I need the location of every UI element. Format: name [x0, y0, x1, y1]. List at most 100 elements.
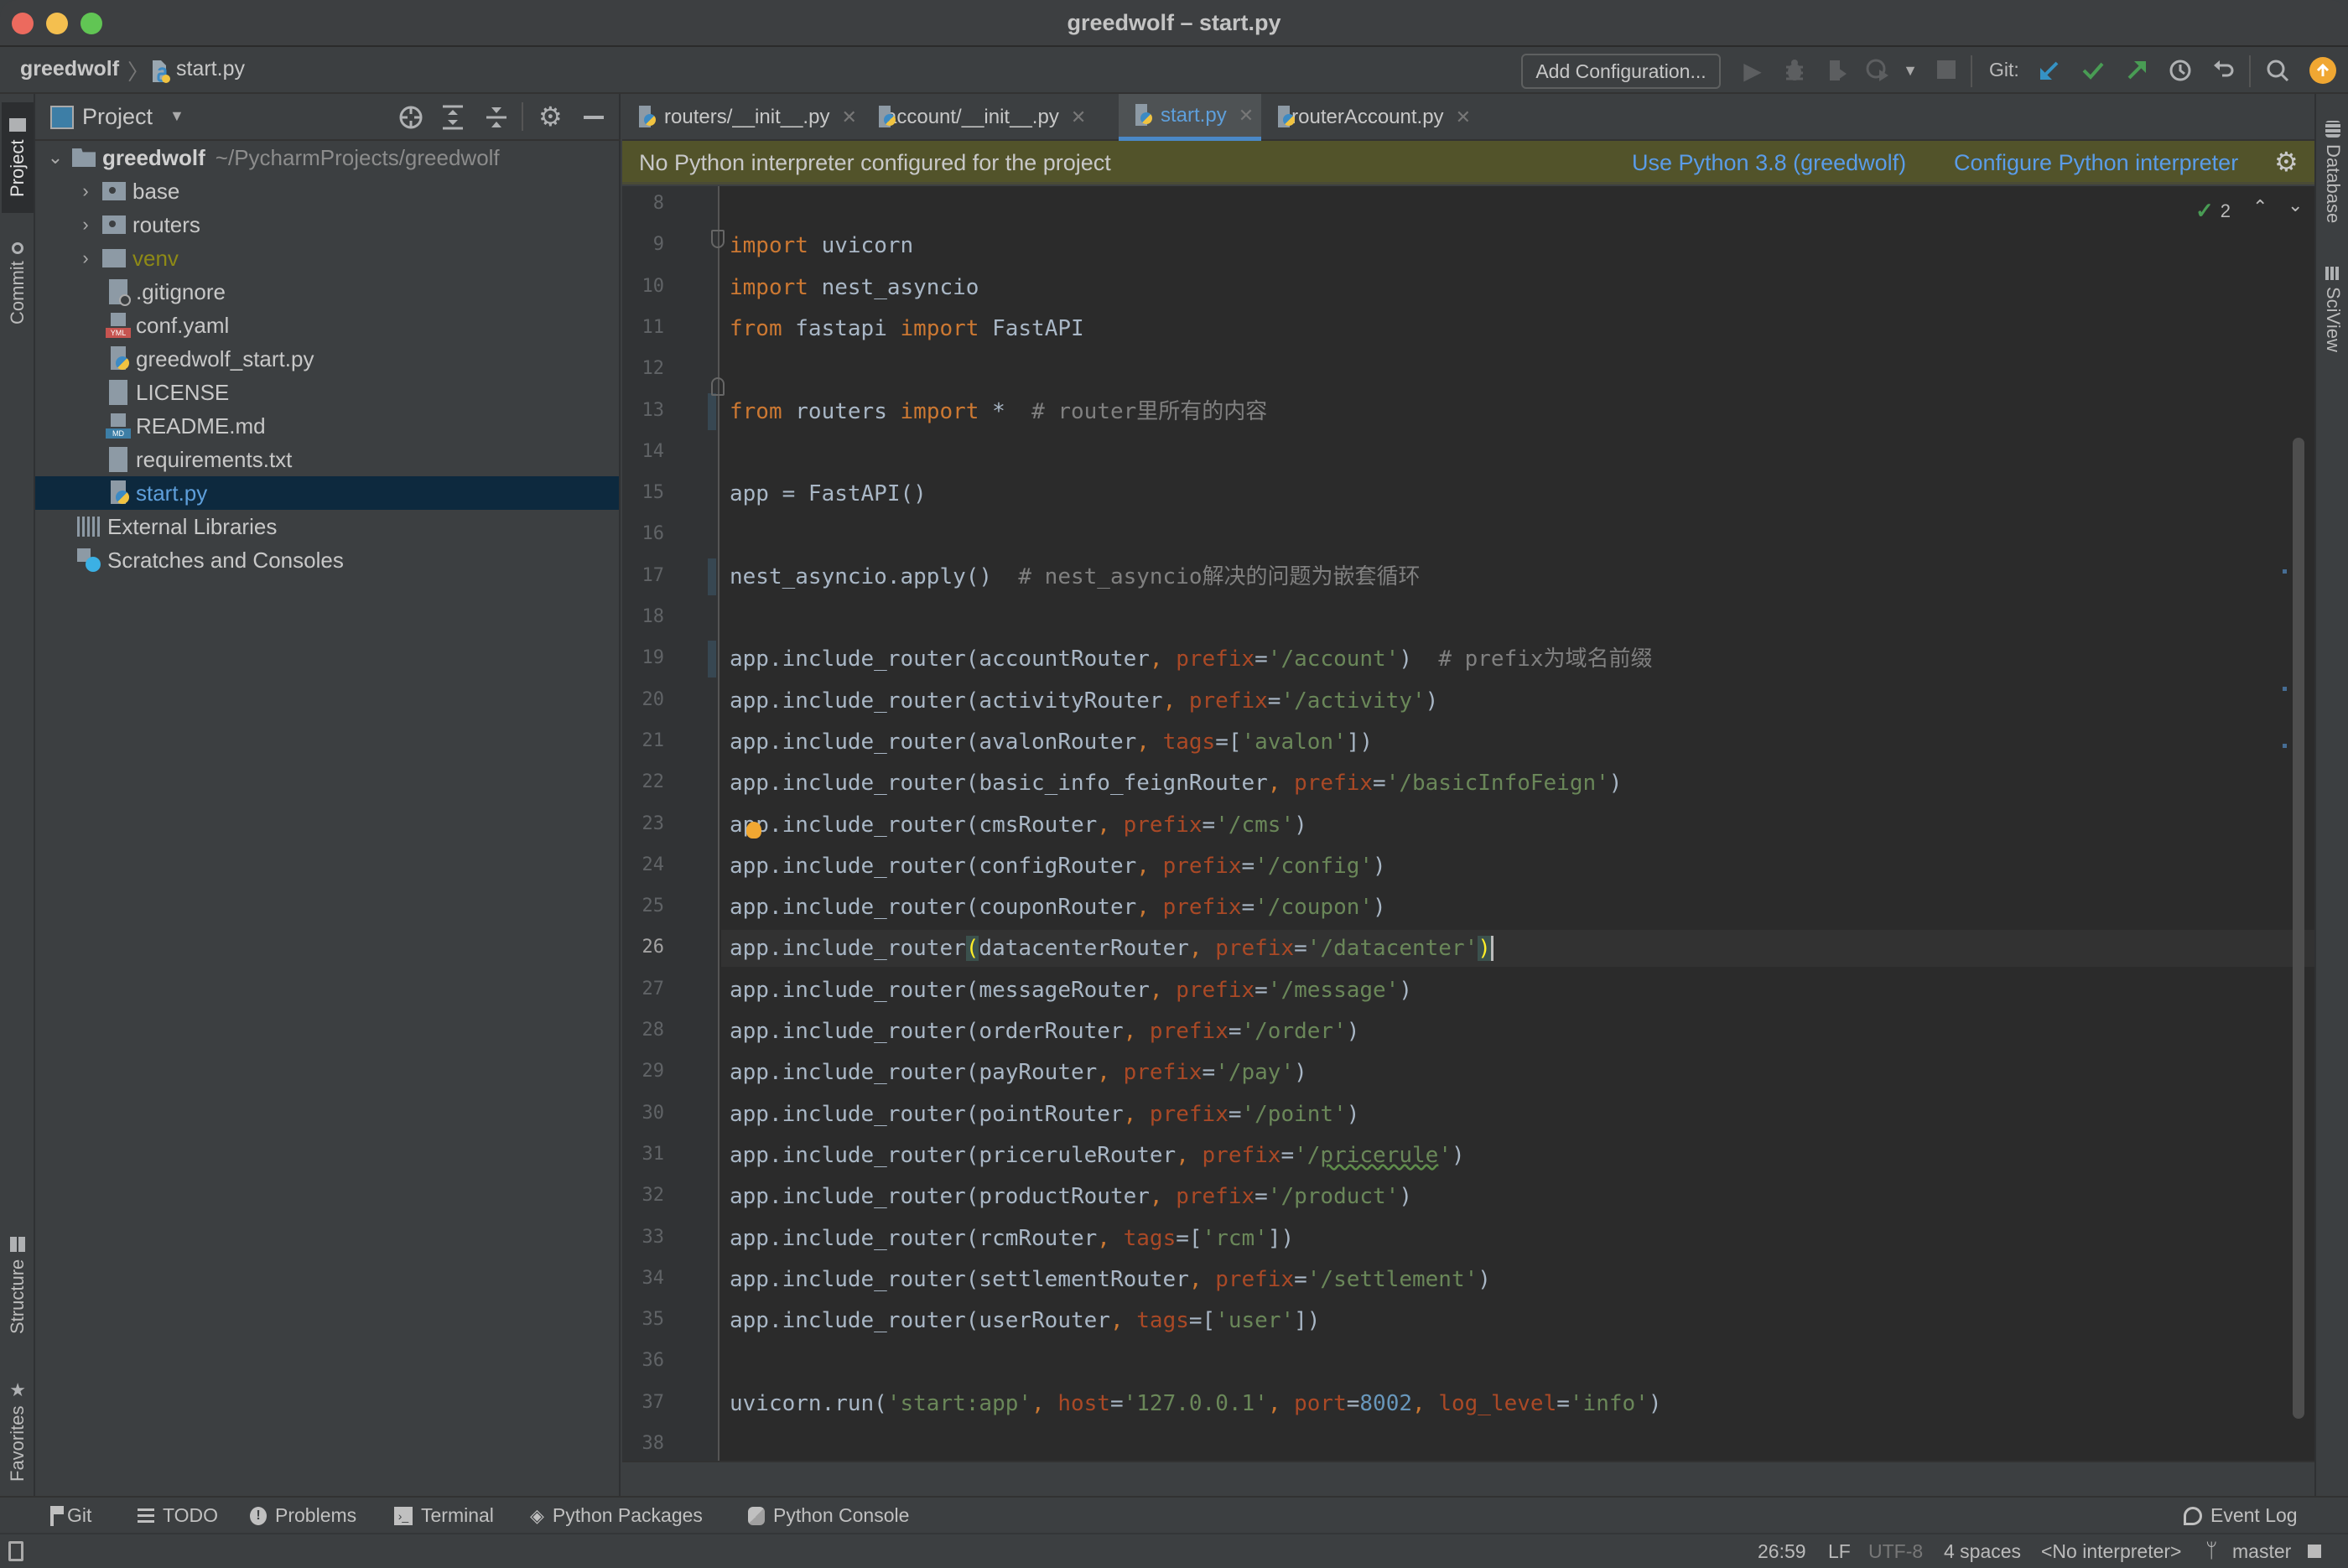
vcs-change-marker[interactable]: [708, 392, 716, 430]
line-number[interactable]: 26: [622, 937, 665, 958]
tab-account-init[interactable]: account/__init__.py ✕: [862, 94, 1086, 141]
next-highlight-icon[interactable]: ⌄: [2288, 195, 2303, 216]
hide-panel-icon[interactable]: [584, 116, 604, 119]
line-number[interactable]: 37: [622, 1392, 665, 1413]
tool-window-database[interactable]: Database: [2318, 109, 2348, 235]
code-line[interactable]: nest_asyncio.apply() # nest_asyncio解决的问题…: [730, 558, 1421, 595]
line-number[interactable]: 11: [622, 317, 665, 338]
chevron-right-icon[interactable]: ›: [77, 247, 94, 269]
fold-marker-icon[interactable]: [711, 230, 725, 248]
code-line[interactable]: app.include_router(accountRouter, prefix…: [730, 641, 1653, 678]
git-branch[interactable]: master: [2232, 1540, 2291, 1563]
line-number[interactable]: 32: [622, 1185, 665, 1206]
git-update-icon[interactable]: [2036, 57, 2063, 84]
close-tab-icon[interactable]: ✕: [1239, 105, 1254, 127]
line-number[interactable]: 10: [622, 276, 665, 297]
code-line[interactable]: import nest_asyncio: [730, 269, 979, 306]
code-line[interactable]: app.include_router(payRouter, prefix='/p…: [730, 1054, 1307, 1091]
file-encoding[interactable]: UTF-8: [1868, 1540, 1923, 1563]
tool-window-python-console[interactable]: Python Console: [748, 1504, 909, 1527]
tab-start-py[interactable]: start.py ✕: [1119, 94, 1261, 141]
tree-item-license[interactable]: LICENSE: [35, 376, 619, 409]
code-line[interactable]: app.include_router(cmsRouter, prefix='/c…: [730, 807, 1307, 844]
vcs-change-marker[interactable]: [708, 641, 716, 678]
line-number[interactable]: 20: [622, 689, 665, 710]
code-editor[interactable]: 8 9 10 11 12 13 14 15 16 17 18 19 20 21 22 23 24 25 26 27 28…: [622, 186, 2314, 1461]
git-push-icon[interactable]: [2123, 57, 2150, 84]
expand-all-icon[interactable]: [441, 104, 465, 135]
line-number[interactable]: 14: [622, 441, 665, 462]
git-commit-icon[interactable]: [2080, 57, 2106, 84]
collapse-all-icon[interactable]: [485, 104, 508, 135]
line-number[interactable]: 19: [622, 647, 665, 668]
chevron-right-icon[interactable]: ›: [77, 214, 94, 236]
tree-item-conf-yaml[interactable]: YML conf.yaml: [35, 309, 619, 342]
line-number[interactable]: 35: [622, 1309, 665, 1330]
tree-item-venv[interactable]: › venv: [35, 241, 619, 275]
line-number[interactable]: 34: [622, 1268, 665, 1289]
line-number[interactable]: 30: [622, 1103, 665, 1124]
caret-position[interactable]: 26:59: [1758, 1540, 1806, 1563]
tool-window-favorites[interactable]: Favorites ★: [2, 1363, 34, 1498]
line-number[interactable]: 29: [622, 1061, 665, 1082]
line-number[interactable]: 36: [622, 1350, 665, 1371]
use-python-link[interactable]: Use Python 3.8 (greedwolf): [1632, 150, 1906, 176]
more-run-options-icon[interactable]: ▼: [1897, 57, 1924, 84]
indentation[interactable]: 4 spaces: [1944, 1540, 2021, 1563]
line-number[interactable]: 21: [622, 730, 665, 751]
line-number[interactable]: 8: [622, 193, 664, 214]
tree-item-start-py[interactable]: start.py: [35, 476, 619, 510]
tree-item-requirements[interactable]: requirements.txt: [35, 443, 619, 476]
tool-window-terminal[interactable]: ›_ Terminal: [394, 1504, 494, 1527]
line-number[interactable]: 22: [622, 771, 665, 792]
code-line[interactable]: app.include_router(activityRouter, prefi…: [730, 683, 1438, 719]
tool-window-sciview[interactable]: SciView: [2318, 255, 2348, 364]
vertical-scrollbar[interactable]: [2293, 438, 2304, 1419]
code-line[interactable]: app.include_router(rcmRouter, tags=['rcm…: [730, 1220, 1294, 1257]
line-number[interactable]: 24: [622, 854, 665, 875]
ide-update-icon[interactable]: [2309, 57, 2336, 84]
line-number[interactable]: 12: [622, 358, 665, 379]
chevron-down-icon[interactable]: ⌄: [47, 147, 64, 169]
tree-item-gitignore[interactable]: .gitignore: [35, 275, 619, 309]
inspection-widget[interactable]: ✓ 2: [2195, 198, 2231, 224]
close-tab-icon[interactable]: ✕: [1071, 106, 1086, 128]
code-line[interactable]: app.include_router(datacenterRouter, pre…: [730, 930, 1493, 967]
configure-interpreter-link[interactable]: Configure Python interpreter: [1954, 150, 2238, 176]
add-configuration-button[interactable]: Add Configuration...: [1521, 54, 1721, 89]
code-line[interactable]: import uvicorn: [730, 227, 913, 264]
debug-icon[interactable]: [1781, 57, 1808, 84]
change-stripe-marker[interactable]: [2283, 687, 2287, 691]
change-stripe-marker[interactable]: [2283, 569, 2287, 574]
line-number[interactable]: 31: [622, 1144, 665, 1165]
code-line[interactable]: from routers import * # router里所有的内容: [730, 393, 1267, 430]
tree-item-base[interactable]: › base: [35, 174, 619, 208]
tool-window-git[interactable]: Git: [50, 1504, 91, 1527]
tool-window-project[interactable]: Project: [2, 102, 34, 213]
stop-icon[interactable]: [1937, 60, 1956, 79]
code-line[interactable]: app.include_router(settlementRouter, pre…: [730, 1261, 1491, 1298]
run-icon[interactable]: ▶: [1739, 57, 1766, 84]
lock-icon[interactable]: [2308, 1545, 2321, 1558]
vcs-change-marker[interactable]: [708, 558, 716, 595]
line-number[interactable]: 28: [622, 1020, 665, 1041]
tool-window-problems[interactable]: ! Problems: [250, 1504, 356, 1527]
line-number[interactable]: 18: [622, 606, 665, 627]
code-line[interactable]: app.include_router(userRouter, tags=['us…: [730, 1302, 1320, 1339]
change-stripe-marker[interactable]: [2283, 744, 2287, 748]
gear-icon[interactable]: ⚙: [538, 101, 563, 132]
tree-item-external-libraries[interactable]: External Libraries: [35, 510, 619, 543]
code-line[interactable]: app.include_router(couponRouter, prefix=…: [730, 889, 1386, 926]
run-with-coverage-icon[interactable]: [1825, 57, 1852, 84]
tool-window-python-packages[interactable]: ◈ Python Packages: [530, 1504, 703, 1527]
profile-icon[interactable]: [1865, 57, 1892, 84]
code-line[interactable]: app = FastAPI(): [730, 475, 927, 512]
line-number[interactable]: 9: [622, 234, 664, 255]
horizontal-scroll-area[interactable]: [622, 1461, 2314, 1496]
line-number[interactable]: 16: [622, 523, 665, 544]
chevron-right-icon[interactable]: ›: [77, 180, 94, 202]
tool-window-todo[interactable]: TODO: [138, 1504, 218, 1527]
project-view-selector[interactable]: Project: [82, 104, 153, 130]
tab-router-account[interactable]: routerAccount.py ✕: [1261, 94, 1471, 141]
tool-window-structure[interactable]: Structure: [2, 1226, 34, 1345]
